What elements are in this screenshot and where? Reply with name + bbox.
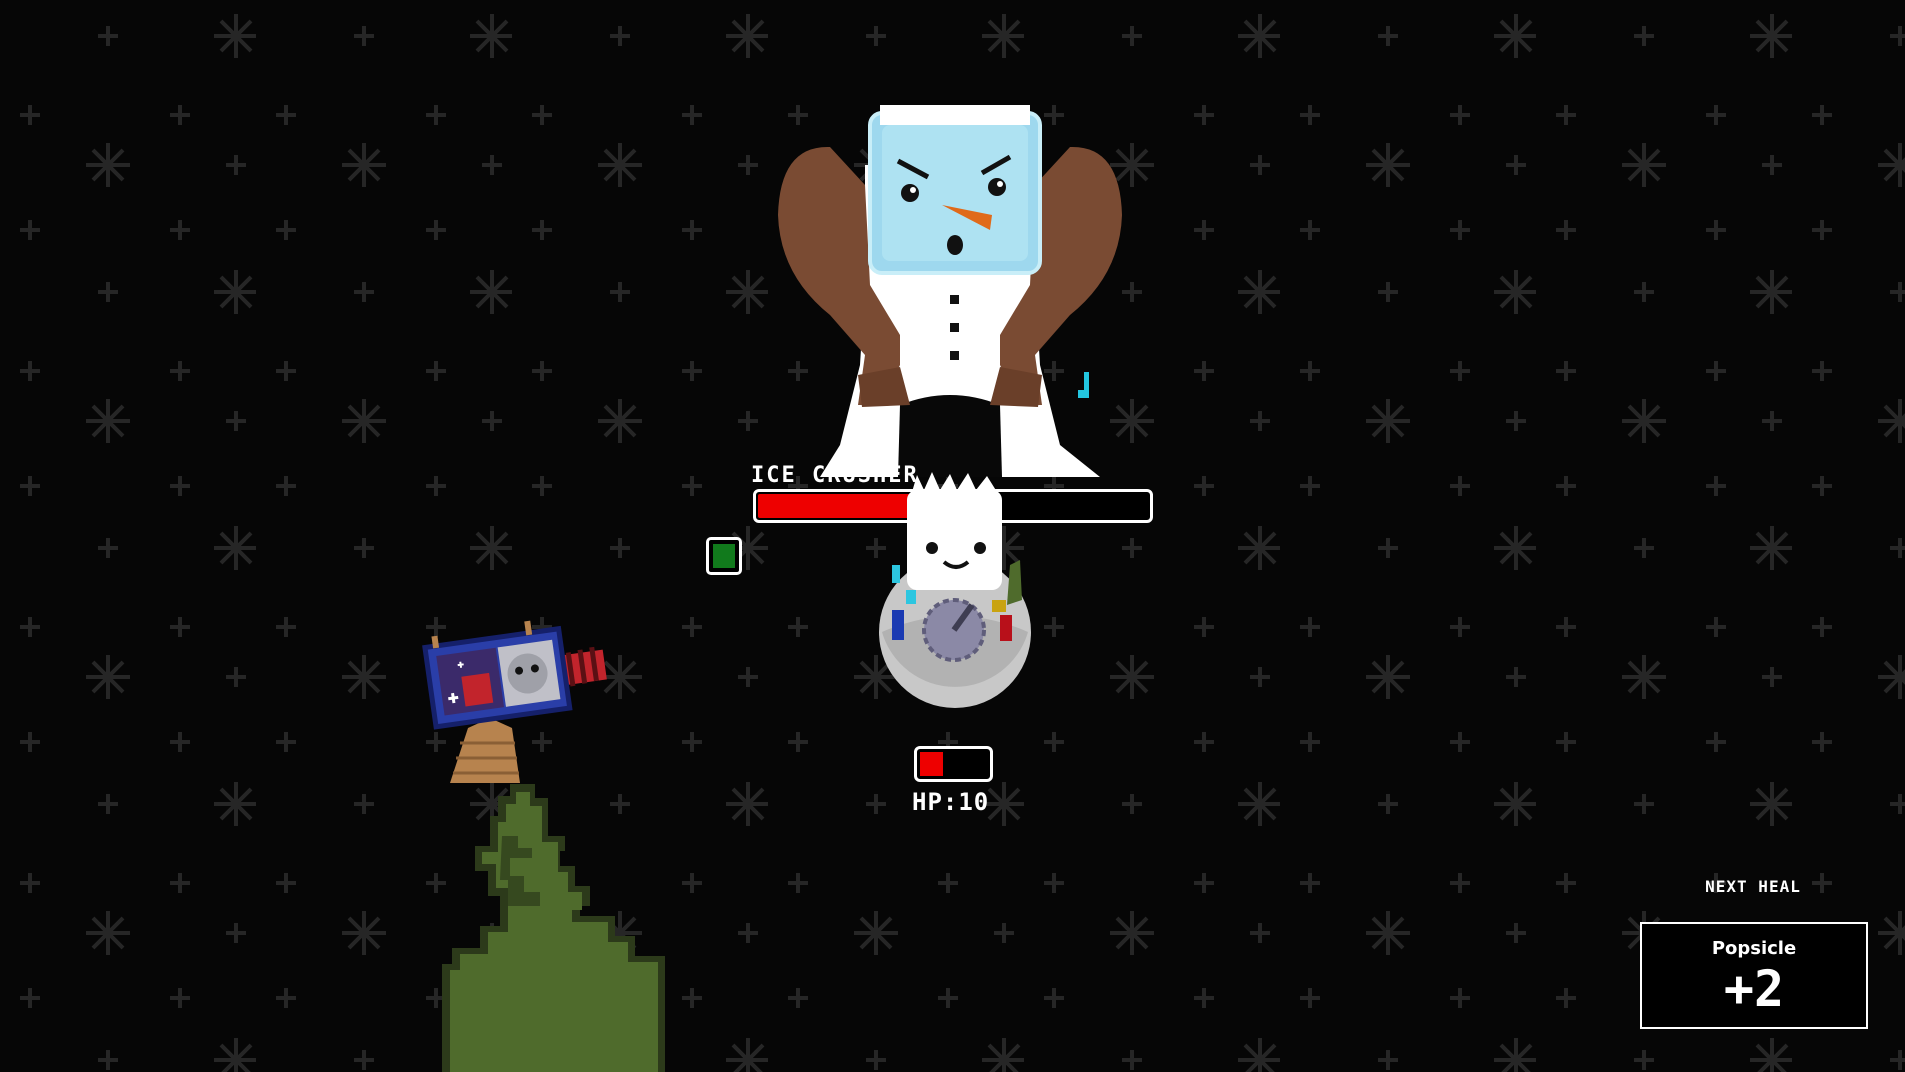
ice-cube-snowman-boss-icon [778,105,1122,477]
heal-amount: +2 [1723,960,1785,1018]
candy-cannon-turret-icon[interactable] [420,618,612,788]
next-heal-panel: Popsicle +2 [1640,922,1868,1029]
heal-item-name: Popsicle [1711,938,1797,959]
snowball-character-icon [879,472,1031,708]
next-heal-title: NEXT HEAL [1705,877,1801,896]
player-hp-label: HP:10 [912,788,990,816]
green-gem-icon[interactable] [706,537,742,575]
game-stage: ICE CRUSHER HP:10 NEXT HEAL Popsicle +2 [0,0,1905,1072]
player-health-fill [920,752,943,776]
pine-tree-silhouette-icon [442,784,665,1072]
green-gem-fill [713,544,735,568]
water-droplet-icon [1078,372,1089,398]
player-health-bar [914,746,993,782]
